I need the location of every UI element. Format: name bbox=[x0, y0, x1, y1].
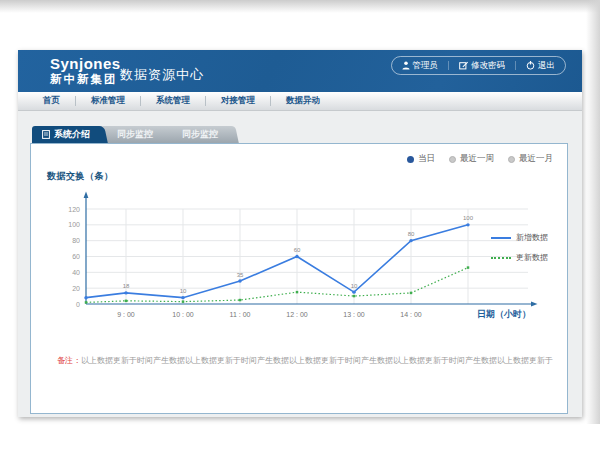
nav-item-home[interactable]: 首页 bbox=[28, 95, 75, 107]
svg-text:60: 60 bbox=[72, 253, 80, 260]
legend-item-new-data: 新增数据 bbox=[491, 232, 548, 243]
svg-text:11 : 00: 11 : 00 bbox=[230, 311, 251, 318]
chart-panel: 0 20 40 60 80 100 120 9 : 00 10 : 00 11 : 00 12 : … bbox=[30, 143, 568, 414]
logout-label: 退出 bbox=[538, 60, 555, 72]
svg-text:100: 100 bbox=[68, 221, 80, 228]
range-option-last-month[interactable]: 最近一月 bbox=[508, 153, 553, 165]
nav-item-standard-mgmt[interactable]: 标准管理 bbox=[76, 95, 140, 107]
change-password-button[interactable]: 修改密码 bbox=[449, 60, 515, 72]
svg-text:9 : 00: 9 : 00 bbox=[117, 311, 135, 318]
line-chart: 0 20 40 60 80 100 120 9 : 00 10 : 00 11 : 00 12 : … bbox=[31, 144, 567, 413]
app-window: Synjones 新中新集团 数据资源中心 管理员 修改密码 退出 首页 标准管… bbox=[18, 50, 582, 417]
svg-text:20: 20 bbox=[72, 285, 80, 292]
logout-button[interactable]: 退出 bbox=[516, 60, 565, 72]
nav-item-system-mgmt[interactable]: 系统管理 bbox=[141, 95, 205, 107]
legend-label: 更新数据 bbox=[516, 252, 548, 263]
page-title: 数据资源中心 bbox=[120, 66, 204, 84]
svg-text:10: 10 bbox=[180, 288, 187, 294]
range-label: 最近一周 bbox=[460, 153, 494, 165]
svg-text:100: 100 bbox=[463, 215, 474, 221]
document-icon bbox=[42, 130, 50, 139]
svg-text:80: 80 bbox=[408, 231, 415, 237]
svg-text:60: 60 bbox=[294, 247, 301, 253]
range-label: 当日 bbox=[418, 153, 435, 165]
user-label: 管理员 bbox=[413, 60, 439, 72]
user-button[interactable]: 管理员 bbox=[392, 60, 449, 72]
nav-item-data-change[interactable]: 数据异动 bbox=[271, 95, 335, 107]
svg-text:14 : 00: 14 : 00 bbox=[400, 311, 422, 318]
radio-selected-icon bbox=[407, 156, 414, 163]
range-option-today[interactable]: 当日 bbox=[407, 153, 435, 165]
content-area: 系统介绍 同步监控 同步监控 0 20 40 60 80 100 120 9 : 00 10 :… bbox=[18, 112, 582, 417]
radio-unselected-icon bbox=[449, 156, 456, 163]
range-label: 最近一月 bbox=[519, 153, 553, 165]
legend-line-solid bbox=[491, 237, 511, 239]
tab-sync-monitor-1[interactable]: 同步监控 bbox=[101, 126, 169, 143]
tab-label: 系统介绍 bbox=[54, 126, 90, 143]
x-axis-title: 日期（小时） bbox=[477, 308, 531, 321]
brand-logo-cn: 新中新集团 bbox=[50, 72, 121, 87]
app-header: Synjones 新中新集团 数据资源中心 管理员 修改密码 退出 bbox=[18, 50, 582, 92]
edit-icon bbox=[459, 61, 468, 70]
tab-label: 同步监控 bbox=[182, 129, 218, 139]
brand-logo-en: Synjones bbox=[50, 55, 121, 72]
brand-logo: Synjones 新中新集团 bbox=[50, 55, 121, 87]
svg-text:35: 35 bbox=[237, 272, 244, 278]
tab-system-intro[interactable]: 系统介绍 bbox=[32, 126, 104, 143]
footnote-prefix: 备注： bbox=[57, 356, 81, 365]
nav-item-interface-mgmt[interactable]: 对接管理 bbox=[206, 95, 270, 107]
y-axis-title: 数据交换（条） bbox=[47, 170, 114, 183]
tab-label: 同步监控 bbox=[117, 129, 153, 139]
tab-sync-monitor-2[interactable]: 同步监控 bbox=[166, 126, 234, 143]
svg-text:120: 120 bbox=[68, 206, 80, 213]
chart-legend: 新增数据 更新数据 bbox=[491, 232, 548, 263]
range-selector: 当日 最近一周 最近一月 bbox=[407, 153, 553, 165]
legend-line-dotted bbox=[491, 257, 511, 259]
footnote-text: 以上数据更新于时间产生数据以上数据更新于时间产生数据以上数据更新于时间产生数据以… bbox=[81, 356, 553, 365]
svg-text:80: 80 bbox=[72, 237, 80, 244]
svg-text:12 : 00: 12 : 00 bbox=[286, 311, 308, 318]
svg-text:13 : 00: 13 : 00 bbox=[343, 311, 365, 318]
legend-label: 新增数据 bbox=[516, 232, 548, 243]
user-menu: 管理员 修改密码 退出 bbox=[391, 56, 567, 75]
svg-text:0: 0 bbox=[76, 301, 80, 308]
footnote: 备注：以上数据更新于时间产生数据以上数据更新于时间产生数据以上数据更新于时间产生… bbox=[57, 355, 553, 366]
legend-item-updated-data: 更新数据 bbox=[491, 252, 548, 263]
svg-text:10: 10 bbox=[351, 283, 358, 289]
svg-text:18: 18 bbox=[123, 283, 130, 289]
radio-unselected-icon bbox=[508, 156, 515, 163]
page-right-shade bbox=[586, 0, 600, 424]
user-icon bbox=[402, 61, 410, 70]
svg-text:40: 40 bbox=[72, 269, 80, 276]
tab-bar: 系统介绍 同步监控 同步监控 bbox=[32, 126, 234, 143]
logout-icon bbox=[526, 61, 535, 70]
svg-text:10 : 00: 10 : 00 bbox=[172, 311, 194, 318]
change-password-label: 修改密码 bbox=[471, 60, 505, 72]
page-top-shade bbox=[0, 0, 600, 13]
range-option-last-week[interactable]: 最近一周 bbox=[449, 153, 494, 165]
main-nav: 首页 标准管理 系统管理 对接管理 数据异动 bbox=[18, 92, 582, 111]
